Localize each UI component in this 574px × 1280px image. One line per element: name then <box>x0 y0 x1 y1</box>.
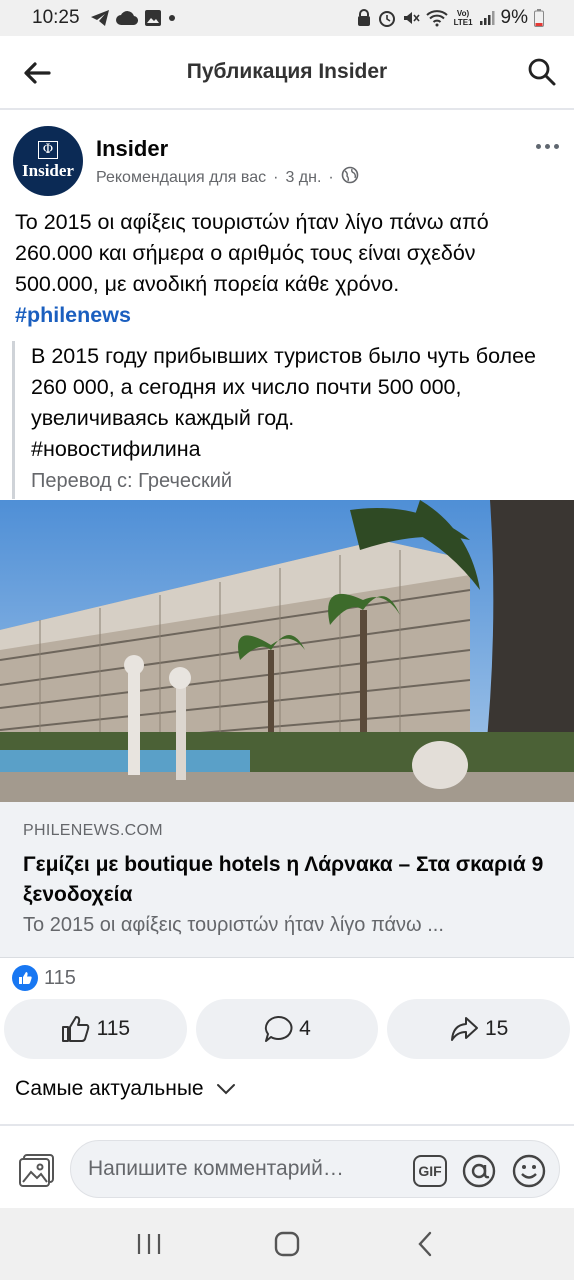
telegram-icon <box>90 8 110 28</box>
system-back-button[interactable] <box>405 1224 445 1264</box>
status-time: 10:25 <box>32 7 80 28</box>
page-name[interactable]: Insider <box>96 136 168 162</box>
add-photo-button[interactable] <box>18 1152 56 1188</box>
avatar-logo-mark: Φ <box>38 141 58 159</box>
photo-icon <box>19 1154 54 1187</box>
share-button[interactable]: 15 <box>387 999 571 1059</box>
app-header: Публикация Insider <box>0 36 574 110</box>
home-button[interactable] <box>267 1224 307 1264</box>
post-text: Το 2015 οι αφίξεις τουριστών ήταν λίγο π… <box>15 207 565 331</box>
comment-input[interactable] <box>88 1157 388 1181</box>
globe-icon <box>341 166 359 189</box>
avatar[interactable]: Φ Insider <box>13 126 83 196</box>
hashtag-link[interactable]: #philenews <box>15 303 131 327</box>
recommendation-label: Рекомендация для вас <box>96 168 267 186</box>
comment-composer: GIF <box>0 1124 574 1208</box>
recent-apps-icon <box>137 1234 161 1254</box>
like-reaction-icon <box>12 965 38 991</box>
lock-icon <box>356 8 372 28</box>
post-meta: Рекомендация для вас · 3 дн. · <box>96 166 359 189</box>
post-time[interactable]: 3 дн. <box>285 169 321 187</box>
reactions-summary[interactable]: 115 <box>12 964 76 992</box>
lte-indicator: Vo) LTE1 <box>453 9 473 27</box>
back-button[interactable] <box>20 56 54 90</box>
mention-icon[interactable] <box>461 1153 497 1189</box>
alarm-icon <box>378 8 396 28</box>
translation-text: В 2015 году прибывших туристов было чуть… <box>31 344 537 430</box>
more-options-button[interactable] <box>532 136 562 156</box>
translation-source[interactable]: Перевод с: Греческий <box>31 470 232 492</box>
gif-button[interactable]: GIF <box>413 1155 447 1187</box>
comment-box: GIF <box>70 1140 560 1198</box>
search-icon <box>528 58 556 86</box>
post-body: Το 2015 οι αφίξεις τουριστών ήταν λίγο π… <box>15 210 489 296</box>
meta-separator: · <box>328 168 334 186</box>
translation-block: В 2015 году прибывших туристов было чуть… <box>12 341 562 499</box>
chevron-down-icon <box>216 1084 235 1095</box>
comment-icon <box>265 1015 293 1042</box>
like-count: 115 <box>96 1017 131 1040</box>
battery-icon <box>534 8 544 28</box>
post-header: Φ Insider Insider Рекомендация для вас ·… <box>0 112 574 202</box>
gallery-icon <box>144 8 162 28</box>
signal-icon <box>479 8 495 28</box>
thumbs-up-icon <box>61 1016 89 1042</box>
more-dot <box>553 143 559 149</box>
translation-hashtag[interactable]: #новостифилина <box>31 437 201 461</box>
comment-sort-dropdown[interactable]: Самые актуальные <box>15 1077 236 1101</box>
comment-count: 4 <box>299 1017 311 1040</box>
link-preview-image[interactable] <box>0 500 574 802</box>
more-dot <box>544 143 550 149</box>
arrow-left-icon <box>24 62 51 84</box>
link-title: Γεμίζει με boutique hotels η Λάρνακα – Σ… <box>23 853 544 906</box>
meta-separator: · <box>273 168 279 186</box>
page-title: Публикация Insider <box>186 60 388 83</box>
share-count: 15 <box>485 1017 509 1040</box>
battery-percent: 9% <box>500 7 528 28</box>
status-bar: 10:25 Vo) LTE1 9% <box>0 0 574 36</box>
more-dot <box>535 143 541 149</box>
comment-button[interactable]: 4 <box>195 999 379 1059</box>
composer-actions: GIF <box>413 1153 547 1189</box>
post-actions: 115 4 15 <box>4 999 571 1059</box>
recent-apps-button[interactable] <box>129 1224 169 1264</box>
link-description: Το 2015 οι αφίξεις τουριστών ήταν λίγο π… <box>23 914 444 936</box>
link-domain: PHILENEWS.COM <box>23 822 163 839</box>
link-preview[interactable]: PHILENEWS.COM Γεμίζει με boutique hotels… <box>0 802 574 958</box>
share-arrow-icon <box>451 1017 478 1041</box>
chevron-left-icon <box>418 1231 432 1257</box>
cloud-icon <box>115 8 138 28</box>
emoji-icon[interactable] <box>511 1153 547 1189</box>
home-icon <box>274 1231 300 1257</box>
wifi-icon <box>425 8 448 28</box>
like-button[interactable]: 115 <box>4 999 187 1059</box>
mute-icon <box>402 8 420 28</box>
reactions-count: 115 <box>44 966 76 989</box>
sort-label: Самые актуальные <box>15 1077 204 1100</box>
search-button[interactable] <box>524 54 560 90</box>
avatar-logo-text: Insider <box>22 161 74 180</box>
system-nav-bar <box>0 1208 574 1280</box>
notification-dot-icon <box>168 8 176 28</box>
